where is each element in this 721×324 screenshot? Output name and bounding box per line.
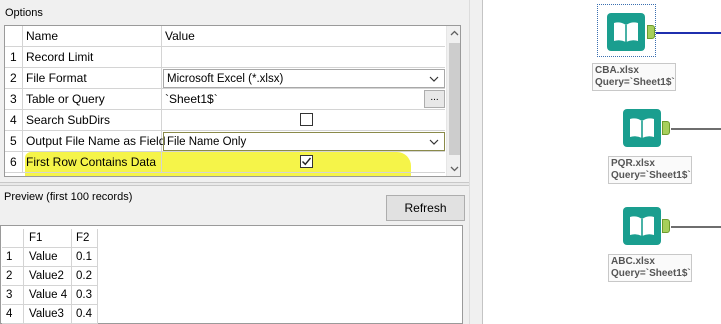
output-anchor[interactable] <box>662 121 670 135</box>
pane-divider[interactable] <box>469 0 483 324</box>
workflow-canvas[interactable]: CBA.xlsx Query=`Sheet1$` PQR.xlsx Query=… <box>483 0 721 324</box>
preview-header-num <box>2 229 24 248</box>
first-row-data-checkbox[interactable] <box>300 155 313 168</box>
option-row-number: 6 <box>5 152 23 172</box>
options-title: Options <box>5 7 43 19</box>
input-tool-abc[interactable]: ABC.xlsx Query=`Sheet1$` <box>608 199 692 289</box>
row-number: 4 <box>2 305 24 324</box>
option-name: Search SubDirs <box>23 110 162 130</box>
option-row-number: 3 <box>5 89 23 109</box>
options-pane: Options Name Value 1 Record Limit 2 File… <box>0 0 469 324</box>
option-row-table-or-query[interactable]: 3 Table or Query `Sheet1$` ... <box>5 89 445 110</box>
tool-icon-box <box>623 207 661 245</box>
book-icon <box>614 22 638 42</box>
row-number: 1 <box>2 248 24 267</box>
tool-annotation: PQR.xlsx Query=`Sheet1$` <box>608 156 692 184</box>
option-row-record-limit[interactable]: 1 Record Limit <box>5 47 445 68</box>
tool-query: Query=`Sheet1$` <box>611 170 691 181</box>
cell-f2: 0.1 <box>72 248 98 267</box>
grid-header-name: Name <box>23 26 162 46</box>
tool-file-name: PQR.xlsx <box>611 158 655 169</box>
record-limit-field[interactable] <box>162 47 445 67</box>
tool-query: Query=`Sheet1$` <box>595 77 675 88</box>
cell-f2: 0.3 <box>72 286 98 305</box>
option-row-search-subdirs[interactable]: 4 Search SubDirs <box>5 110 445 131</box>
option-row-number: 1 <box>5 47 23 67</box>
input-tool-pqr[interactable]: PQR.xlsx Query=`Sheet1$` <box>608 101 692 191</box>
option-name: Record Limit <box>23 47 162 67</box>
connection-line[interactable] <box>671 226 721 228</box>
options-scrollbar[interactable] <box>446 26 461 176</box>
option-row-number: 2 <box>5 68 23 88</box>
file-format-dropdown[interactable]: Microsoft Excel (*.xlsx) <box>163 69 445 88</box>
option-name: Output File Name as Field <box>23 131 165 151</box>
tool-file-name: CBA.xlsx <box>595 65 639 76</box>
grid-header-num <box>5 26 23 46</box>
output-anchor[interactable] <box>662 219 670 233</box>
table-query-field[interactable]: `Sheet1$` <box>162 89 445 109</box>
output-file-name-dropdown[interactable]: File Name Only <box>163 132 445 151</box>
option-row-file-format[interactable]: 2 File Format Microsoft Excel (*.xlsx) <box>5 68 445 89</box>
option-name: First Row Contains Data <box>23 152 162 172</box>
book-icon <box>630 216 654 236</box>
refresh-button[interactable]: Refresh <box>386 195 465 221</box>
grid-header-value: Value <box>165 29 195 43</box>
pane-splitter[interactable] <box>0 182 469 186</box>
tool-icon-box <box>623 109 661 147</box>
option-row-first-row-data[interactable]: 6 First Row Contains Data <box>5 152 445 173</box>
search-subdirs-checkbox[interactable] <box>300 113 313 126</box>
output-anchor[interactable] <box>647 25 655 39</box>
connection-line-selected[interactable] <box>656 32 721 34</box>
preview-header-f1: F1 <box>24 229 72 248</box>
chevron-down-icon <box>429 76 439 82</box>
cell-f2: 0.4 <box>72 305 98 324</box>
scroll-up-icon[interactable] <box>447 26 461 41</box>
book-icon <box>630 118 654 138</box>
connection-line[interactable] <box>671 128 721 130</box>
scroll-down-icon[interactable] <box>447 161 461 176</box>
option-row-number: 5 <box>5 131 23 151</box>
tool-annotation: CBA.xlsx Query=`Sheet1$` <box>592 63 676 91</box>
output-file-name-value: File Name Only <box>167 136 247 148</box>
checkmark-icon <box>302 157 312 166</box>
cell-f1: Value3 <box>24 305 72 324</box>
tool-icon-box <box>607 13 645 51</box>
chevron-down-icon <box>429 139 439 145</box>
cell-f1: Value2 <box>24 267 72 286</box>
option-row-number: 4 <box>5 110 23 130</box>
option-name: Table or Query <box>23 89 162 109</box>
tool-annotation: ABC.xlsx Query=`Sheet1$` <box>608 254 692 282</box>
cell-f2: 0.2 <box>72 267 98 286</box>
option-name: File Format <box>23 68 162 88</box>
cell-f1: Value <box>24 248 72 267</box>
cell-f1: Value 4 <box>24 286 72 305</box>
options-grid: Name Value 1 Record Limit 2 File Format … <box>4 25 461 177</box>
tool-query: Query=`Sheet1$` <box>611 268 691 279</box>
scrollbar-thumb[interactable] <box>449 43 460 155</box>
option-row-output-file-name[interactable]: 5 Output File Name as Field File Name On… <box>5 131 445 152</box>
tool-file-name: ABC.xlsx <box>611 256 655 267</box>
row-number: 2 <box>2 267 24 286</box>
file-format-value: Microsoft Excel (*.xlsx) <box>167 73 284 85</box>
ellipsis-button[interactable]: ... <box>424 90 445 108</box>
preview-grid: F1 F2 1 Value 0.1 2 Value2 0.2 3 Value 4… <box>0 225 463 324</box>
preview-title: Preview (first 100 records) <box>4 191 133 203</box>
grid-header-row: Name Value <box>5 26 445 47</box>
row-number: 3 <box>2 286 24 305</box>
preview-header-f2: F2 <box>72 229 98 248</box>
input-tool-cba[interactable]: CBA.xlsx Query=`Sheet1$` <box>592 5 676 95</box>
